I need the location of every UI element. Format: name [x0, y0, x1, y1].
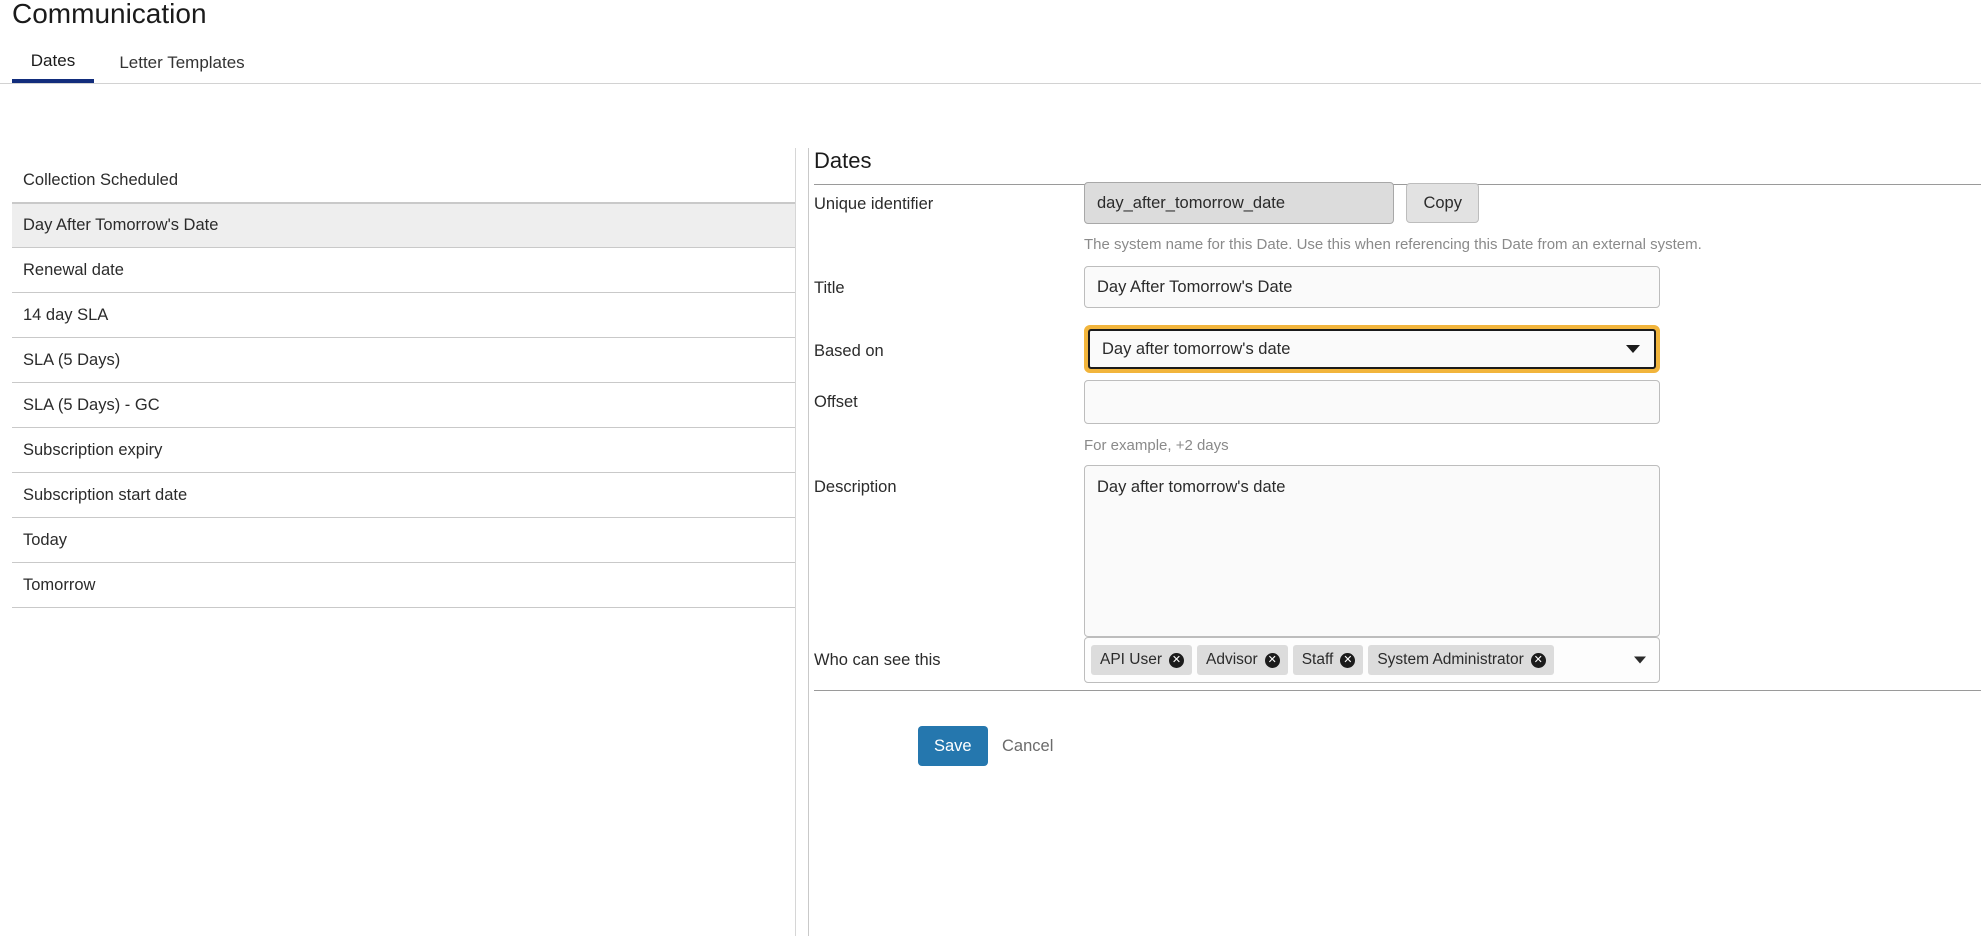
offset-input[interactable] — [1084, 380, 1660, 424]
page-title: Communication — [12, 0, 207, 29]
chip-label: System Administrator — [1377, 651, 1524, 668]
list-item-label: Renewal date — [23, 260, 124, 279]
offset-label: Offset — [814, 393, 858, 411]
list-item[interactable]: Subscription start date — [12, 473, 795, 518]
list-item-label: 14 day SLA — [23, 305, 109, 324]
tab-dates[interactable]: Dates — [12, 42, 94, 83]
unique-identifier-label: Unique identifier — [814, 195, 934, 213]
tab-dates-label: Dates — [30, 50, 76, 70]
who-can-see-this-multiselect[interactable]: API User ✕ Advisor ✕ Staff ✕ System Admi… — [1084, 637, 1660, 683]
save-button[interactable]: Save — [918, 726, 988, 766]
description-textarea[interactable] — [1084, 465, 1660, 637]
chip-label: Staff — [1301, 651, 1334, 668]
pane-divider — [795, 148, 796, 936]
unique-identifier-helper: The system name for this Date. Use this … — [1084, 236, 1702, 253]
list-item[interactable]: Subscription expiry — [12, 428, 795, 473]
description-label: Description — [814, 478, 897, 496]
detail-pane: Dates Unique identifier Copy The system … — [814, 148, 1981, 936]
cancel-button[interactable]: Cancel — [996, 726, 1059, 766]
offset-helper: For example, +2 days — [1084, 437, 1229, 454]
list-item-label: Collection Scheduled — [23, 170, 179, 189]
who-can-see-this-label: Who can see this — [814, 651, 941, 669]
chip-remove-icon[interactable]: ✕ — [1264, 652, 1280, 668]
pane-divider-inner — [808, 148, 809, 936]
title-label: Title — [814, 279, 845, 297]
chip[interactable]: API User ✕ — [1091, 645, 1193, 675]
list-item[interactable]: 14 day SLA — [12, 293, 795, 338]
detail-title: Dates — [814, 148, 872, 173]
list-item[interactable]: Tomorrow — [12, 563, 795, 608]
list-item-label: Day After Tomorrow's Date — [23, 216, 219, 234]
unique-identifier-input[interactable] — [1084, 182, 1394, 224]
list-item[interactable]: SLA (5 Days) — [12, 338, 795, 383]
copy-button[interactable]: Copy — [1406, 183, 1479, 223]
list-item[interactable]: Renewal date — [12, 248, 795, 293]
list-item-label: Tomorrow — [23, 575, 96, 594]
list-item-label: SLA (5 Days) - GC — [23, 395, 160, 414]
based-on-value: Day after tomorrow's date — [1102, 339, 1291, 358]
chip-label: Advisor — [1206, 651, 1258, 668]
chip-label: API User — [1100, 651, 1163, 668]
list-item-label: Today — [23, 530, 68, 549]
chevron-down-icon — [1626, 345, 1640, 353]
chip-remove-icon[interactable]: ✕ — [1169, 652, 1185, 668]
list-item[interactable]: Today — [12, 518, 795, 563]
list-item[interactable]: SLA (5 Days) - GC — [12, 383, 795, 428]
chevron-down-icon[interactable] — [1634, 656, 1646, 664]
form-footer-divider — [814, 690, 1981, 691]
title-input[interactable] — [1084, 266, 1660, 308]
chip[interactable]: Advisor ✕ — [1197, 645, 1288, 675]
chip-remove-icon[interactable]: ✕ — [1340, 652, 1356, 668]
list-item-label: Subscription expiry — [23, 440, 163, 459]
tab-letter-templates-label: Letter Templates — [119, 52, 245, 72]
list-item[interactable]: Collection Scheduled — [12, 158, 795, 203]
based-on-label: Based on — [814, 342, 884, 360]
list-item-label: SLA (5 Days) — [23, 350, 121, 369]
chip[interactable]: Staff ✕ — [1292, 645, 1364, 675]
dates-list: Collection Scheduled Day After Tomorrow'… — [12, 158, 795, 608]
chip[interactable]: System Administrator ✕ — [1368, 645, 1554, 675]
based-on-select-inner[interactable]: Day after tomorrow's date — [1088, 329, 1656, 369]
list-item-selected[interactable]: Day After Tomorrow's Date — [12, 203, 795, 248]
tab-bar: Dates Letter Templates — [0, 42, 1981, 84]
list-item-label: Subscription start date — [23, 485, 188, 504]
tab-letter-templates[interactable]: Letter Templates — [112, 42, 252, 83]
based-on-select[interactable]: Day after tomorrow's date — [1084, 325, 1660, 373]
chip-remove-icon[interactable]: ✕ — [1530, 652, 1546, 668]
